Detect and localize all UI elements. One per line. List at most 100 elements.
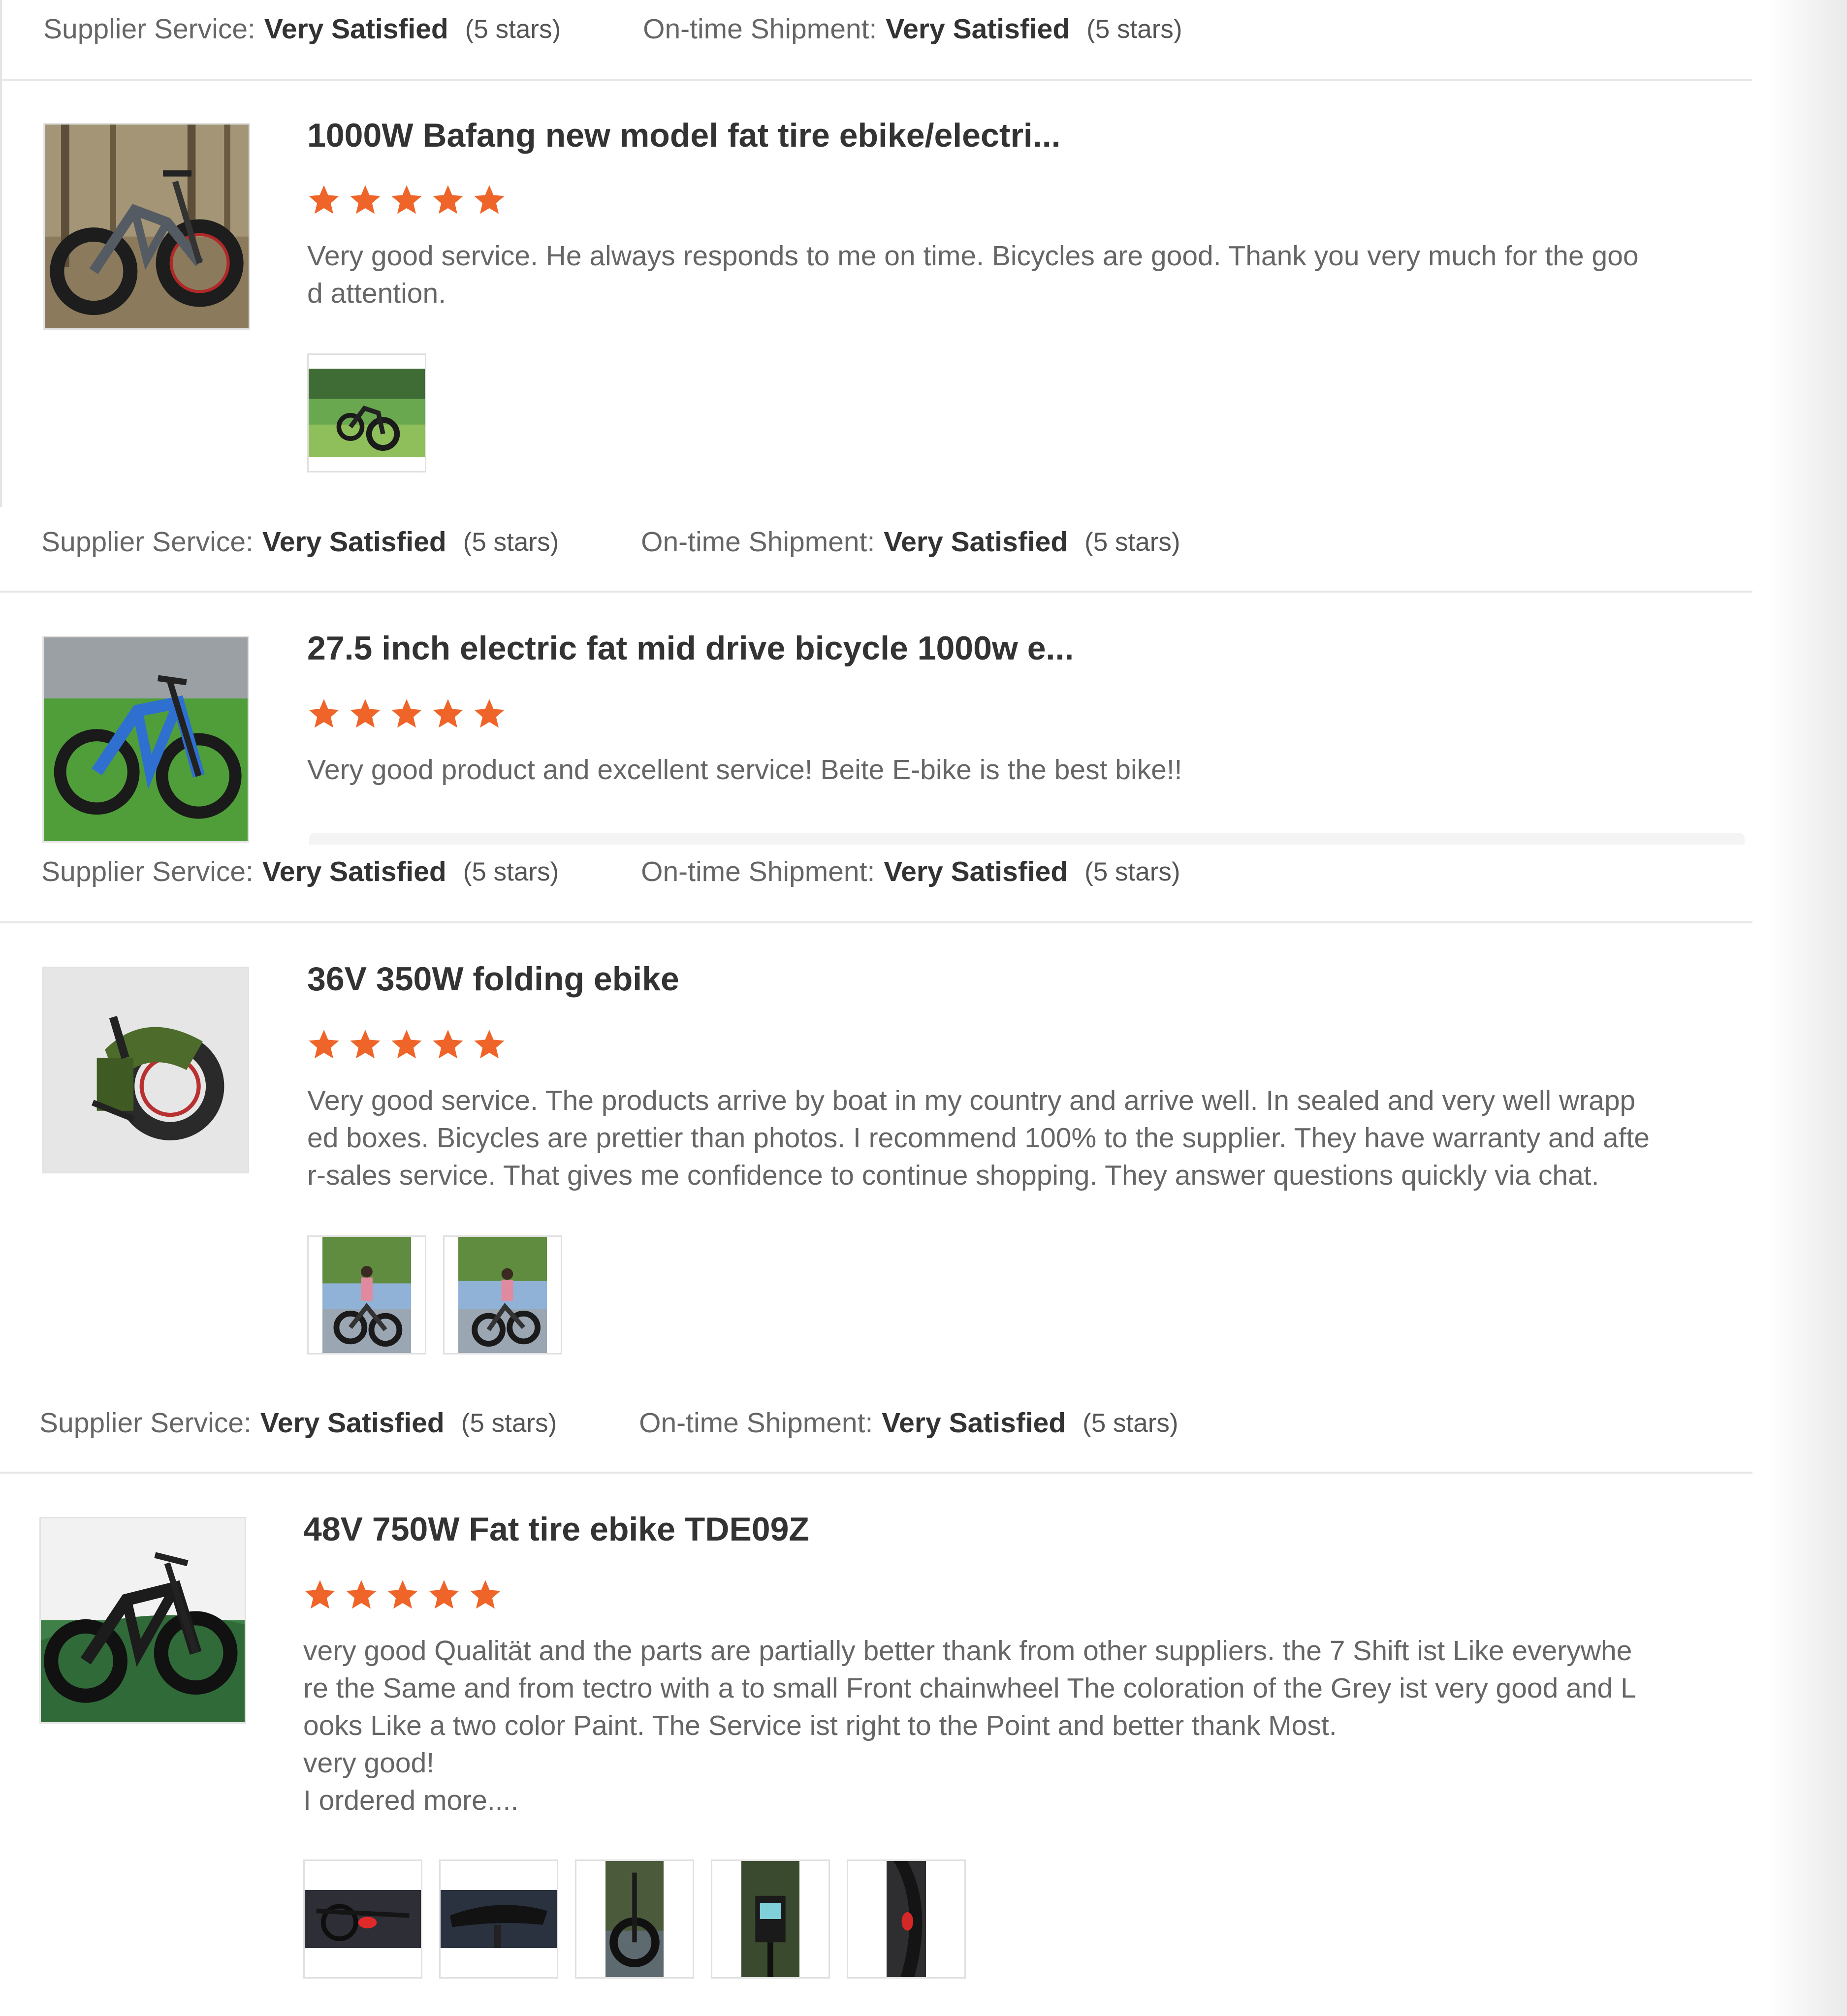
supplier-service-stars: (5 stars) bbox=[463, 857, 559, 886]
review-photo[interactable] bbox=[443, 1235, 562, 1354]
supplier-ratings-row: Supplier Service: Very Satisfied (5 star… bbox=[41, 515, 1180, 569]
ontime-shipment-label: On-time Shipment: bbox=[641, 526, 875, 558]
supplier-service-rating: Supplier Service: Very Satisfied (5 star… bbox=[39, 1407, 557, 1439]
supplier-service-label: Supplier Service: bbox=[41, 856, 254, 887]
reply-box-edge bbox=[309, 833, 1745, 845]
supplier-service-value: Very Satisfied bbox=[264, 13, 448, 45]
ebike-fender-photo bbox=[887, 1861, 926, 1977]
supplier-ratings-row: Supplier Service: Very Satisfied (5 star… bbox=[41, 845, 1180, 899]
ebike-saddle-photo bbox=[441, 1890, 557, 1948]
star-icon bbox=[391, 185, 422, 214]
product-thumbnail[interactable] bbox=[39, 1517, 246, 1724]
rider-with-ebike-photo bbox=[322, 1237, 411, 1353]
star-icon bbox=[346, 1580, 377, 1609]
star-rating bbox=[307, 697, 506, 730]
star-icon bbox=[474, 185, 505, 214]
supplier-ratings-row: Supplier Service: Very Satisfied (5 star… bbox=[43, 2, 1182, 56]
review-comment: Very good service. The products arrive b… bbox=[307, 1085, 1650, 1191]
star-icon bbox=[350, 699, 381, 728]
star-icon bbox=[391, 1030, 422, 1059]
star-icon bbox=[433, 699, 463, 728]
supplier-service-label: Supplier Service: bbox=[41, 526, 254, 558]
ontime-shipment-value: Very Satisfied bbox=[886, 13, 1070, 45]
ontime-shipment-stars: (5 stars) bbox=[1086, 14, 1182, 44]
review-photos bbox=[307, 353, 426, 472]
reviews-page: Supplier Service: Very Satisfied (5 star… bbox=[0, 0, 1847, 2016]
divider bbox=[0, 1472, 1752, 1474]
supplier-service-label: Supplier Service: bbox=[39, 1407, 252, 1439]
divider bbox=[0, 591, 1752, 593]
supplier-service-stars: (5 stars) bbox=[463, 527, 559, 557]
supplier-service-value: Very Satisfied bbox=[262, 856, 446, 887]
supplier-service-rating: Supplier Service: Very Satisfied (5 star… bbox=[41, 855, 559, 888]
left-border bbox=[0, 0, 2, 507]
divider bbox=[0, 79, 1752, 81]
review-photo[interactable] bbox=[307, 1235, 426, 1354]
review-photos bbox=[303, 1859, 966, 1979]
ontime-shipment-label: On-time Shipment: bbox=[641, 856, 875, 887]
ontime-shipment-rating: On-time Shipment: Very Satisfied (5 star… bbox=[641, 855, 1180, 888]
review-photo[interactable] bbox=[847, 1859, 966, 1979]
supplier-service-stars: (5 stars) bbox=[465, 14, 561, 44]
supplier-service-stars: (5 stars) bbox=[461, 1408, 557, 1438]
star-icon bbox=[350, 185, 381, 214]
ontime-shipment-value: Very Satisfied bbox=[882, 1407, 1066, 1439]
supplier-service-value: Very Satisfied bbox=[262, 526, 446, 558]
star-icon bbox=[474, 699, 505, 728]
blue-ebike-image bbox=[44, 637, 248, 841]
ontime-shipment-stars: (5 stars) bbox=[1084, 527, 1180, 557]
supplier-ratings-row: Supplier Service: Very Satisfied (5 star… bbox=[39, 1396, 1178, 1450]
product-thumbnail[interactable] bbox=[42, 967, 249, 1173]
review-photo[interactable] bbox=[303, 1859, 422, 1979]
supplier-service-label: Supplier Service: bbox=[43, 13, 255, 45]
fat-tire-ebike-image bbox=[45, 125, 249, 328]
ebike-display-photo bbox=[741, 1861, 799, 1977]
right-edge-fade bbox=[1768, 0, 1847, 2016]
star-icon bbox=[309, 1030, 339, 1059]
star-icon bbox=[429, 1580, 459, 1609]
ebike-taillight-photo bbox=[305, 1890, 421, 1948]
ebike-front-wheel-photo bbox=[605, 1861, 664, 1977]
ontime-shipment-label: On-time Shipment: bbox=[639, 1407, 873, 1439]
star-icon bbox=[433, 1030, 463, 1059]
star-rating bbox=[307, 1028, 506, 1061]
star-icon bbox=[387, 1580, 418, 1609]
review-photo[interactable] bbox=[711, 1859, 830, 1979]
star-icon bbox=[391, 699, 422, 728]
star-icon bbox=[433, 185, 463, 214]
product-title[interactable]: 1000W Bafang new model fat tire ebike/el… bbox=[307, 116, 1061, 155]
product-title[interactable]: 48V 750W Fat tire ebike TDE09Z bbox=[303, 1510, 809, 1548]
ontime-shipment-value: Very Satisfied bbox=[884, 526, 1068, 558]
star-rating bbox=[303, 1578, 502, 1611]
supplier-service-value: Very Satisfied bbox=[260, 1407, 445, 1439]
star-icon bbox=[474, 1030, 505, 1059]
ontime-shipment-rating: On-time Shipment: Very Satisfied (5 star… bbox=[643, 13, 1182, 45]
star-rating bbox=[307, 183, 506, 217]
ontime-shipment-stars: (5 stars) bbox=[1084, 857, 1180, 886]
product-title[interactable]: 27.5 inch electric fat mid drive bicycle… bbox=[307, 629, 1074, 667]
star-icon bbox=[305, 1580, 335, 1609]
review-comment: very good Qualität and the parts are par… bbox=[303, 1635, 1636, 1816]
ontime-shipment-stars: (5 stars) bbox=[1083, 1408, 1178, 1438]
product-thumbnail[interactable] bbox=[42, 636, 249, 843]
review-comment: Very good product and excellent service!… bbox=[307, 754, 1182, 786]
ontime-shipment-rating: On-time Shipment: Very Satisfied (5 star… bbox=[639, 1407, 1178, 1439]
star-icon bbox=[309, 699, 339, 728]
review-photo[interactable] bbox=[307, 353, 426, 472]
product-thumbnail[interactable] bbox=[43, 123, 250, 330]
ontime-shipment-value: Very Satisfied bbox=[884, 856, 1068, 887]
review-photos bbox=[307, 1235, 562, 1354]
star-icon bbox=[350, 1030, 381, 1059]
review-photo[interactable] bbox=[439, 1859, 558, 1979]
rider-with-ebike-photo bbox=[458, 1237, 547, 1353]
ontime-shipment-label: On-time Shipment: bbox=[643, 13, 877, 45]
star-icon bbox=[470, 1580, 501, 1609]
star-icon bbox=[309, 185, 339, 214]
supplier-service-rating: Supplier Service: Very Satisfied (5 star… bbox=[43, 13, 561, 45]
ebike-on-grass-photo bbox=[309, 369, 425, 457]
ontime-shipment-rating: On-time Shipment: Very Satisfied (5 star… bbox=[641, 526, 1180, 558]
folding-ebike-image bbox=[44, 968, 248, 1172]
product-title[interactable]: 36V 350W folding ebike bbox=[307, 960, 679, 998]
review-photo[interactable] bbox=[575, 1859, 694, 1979]
review-comment: Very good service. He always responds to… bbox=[307, 240, 1639, 309]
